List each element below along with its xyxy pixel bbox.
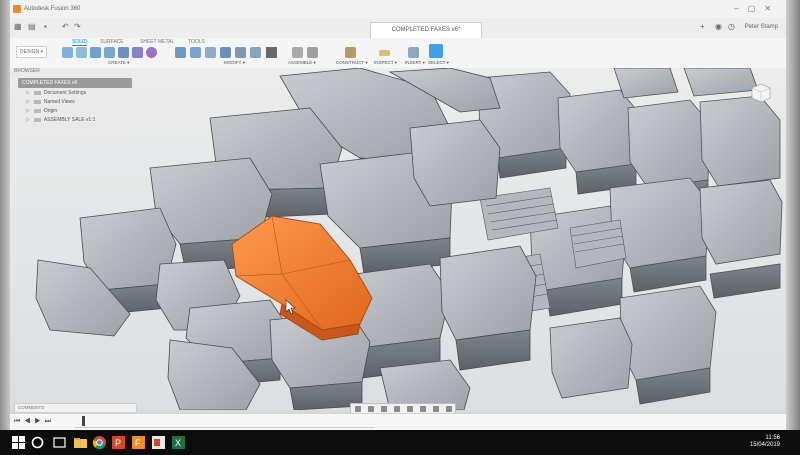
tab-tools[interactable]: TOOLS	[188, 39, 205, 45]
browser-item-named-views[interactable]: ▷ Named Views	[26, 99, 75, 105]
browser-root-label: COMPLETED FAXES v6	[22, 80, 78, 86]
fit-icon[interactable]	[406, 406, 413, 412]
expand-arrow-icon[interactable]: ▷	[26, 90, 30, 96]
document-tab-label: COMPLETED FAXES v6*	[391, 27, 461, 33]
expand-arrow-icon[interactable]: ▷	[26, 99, 30, 105]
pan-icon[interactable]	[380, 406, 387, 412]
revolve-icon[interactable]	[104, 47, 115, 58]
new-component-icon[interactable]	[62, 47, 73, 58]
monitor-bezel-left	[0, 0, 10, 430]
monitor-bezel-right	[786, 0, 800, 430]
sweep-icon[interactable]	[118, 47, 129, 58]
undo-icon[interactable]: ↶	[62, 22, 69, 31]
shell-icon[interactable]	[220, 47, 231, 58]
press-pull-icon[interactable]	[175, 47, 186, 58]
notifications-icon[interactable]: ◷	[728, 22, 735, 31]
measure-icon[interactable]	[379, 50, 390, 56]
save-icon[interactable]: ▪	[44, 22, 47, 31]
extrude-icon[interactable]	[90, 47, 101, 58]
browser-item-document-settings[interactable]: ▷ Document Settings	[26, 90, 86, 96]
construct-menu[interactable]: CONSTRUCT ▾	[336, 60, 368, 66]
redo-icon[interactable]: ↷	[74, 22, 81, 31]
select-menu[interactable]: SELECT ▾	[428, 60, 449, 66]
cortana-icon[interactable]	[30, 435, 45, 450]
windows-start-icon[interactable]	[11, 435, 26, 450]
form-icon[interactable]	[146, 47, 157, 58]
data-panel-icon[interactable]: ▦	[14, 22, 22, 31]
chamfer-icon[interactable]	[205, 47, 216, 58]
clock-date: 15/04/2019	[749, 442, 780, 448]
browser-item-assembly[interactable]: ▷ ASSEMBLY SALE v1:1	[26, 117, 95, 123]
create-sketch-icon[interactable]	[76, 47, 87, 58]
offset-plane-icon[interactable]	[345, 47, 356, 58]
insert-menu[interactable]: INSERT ▾	[405, 60, 425, 66]
move-icon[interactable]	[266, 47, 277, 58]
modify-menu[interactable]: MODIFY ▾	[224, 60, 245, 66]
svg-text:P: P	[115, 438, 121, 448]
tab-solid[interactable]: SOLID	[72, 39, 88, 46]
new-joint-icon[interactable]	[292, 47, 303, 58]
taskbar: P F X 11:56 15/04/2019	[0, 430, 800, 455]
file-explorer-icon[interactable]	[73, 435, 88, 450]
toolbar-ribbon: DESIGN ▾ SOLID SURFACE SHEET METAL TOOLS…	[10, 38, 786, 69]
assemble-menu[interactable]: ASSEMBLE ▾	[288, 60, 316, 66]
tab-document[interactable]: COMPLETED FAXES v6*	[370, 22, 482, 38]
fusion-app-icon	[13, 5, 21, 13]
task-view-icon[interactable]	[52, 435, 67, 450]
create-menu[interactable]: CREATE ▾	[108, 60, 129, 66]
settings-folder-icon	[33, 90, 41, 95]
screen: Autodesk Fusion 360 –▢✕ ▦ ▤ ▪ ↶ ↷ COMPLE…	[0, 0, 800, 455]
online-status-icon: ◉	[715, 22, 722, 31]
workspace-switcher[interactable]: DESIGN ▾	[16, 46, 48, 58]
combine-icon[interactable]	[235, 47, 246, 58]
folder-icon	[33, 108, 41, 113]
browser-panel: BROWSER COMPLETED FAXES v6 ▷ Document Set…	[10, 68, 132, 148]
svg-text:F: F	[135, 438, 141, 448]
display-settings-icon[interactable]	[419, 406, 426, 412]
system-clock[interactable]: 11:56 15/04/2019	[750, 435, 780, 449]
inspect-menu[interactable]: INSPECT ▾	[374, 60, 397, 66]
comments-label: COMMENTS	[18, 405, 45, 410]
svg-text:X: X	[175, 438, 181, 448]
orbit-icon[interactable]	[354, 406, 361, 412]
user-name[interactable]: Peter Stamp	[745, 24, 778, 30]
fillet-icon[interactable]	[190, 47, 201, 58]
browser-item-origin[interactable]: ▷ Origin	[26, 108, 57, 114]
powerpoint-icon[interactable]: P	[111, 435, 126, 450]
timeline-playback-controls[interactable]: ⏮◀▶⏭	[14, 418, 55, 426]
select-icon[interactable]	[429, 44, 443, 58]
folder-icon	[33, 99, 41, 104]
word-icon[interactable]	[151, 435, 166, 450]
viewcube-icon[interactable]	[748, 81, 774, 105]
loft-icon[interactable]	[132, 47, 143, 58]
zoom-icon[interactable]	[393, 406, 400, 412]
browser-header[interactable]: BROWSER	[10, 68, 130, 76]
window-controls[interactable]: –▢✕	[734, 4, 780, 13]
expand-arrow-icon[interactable]: ▷	[26, 108, 30, 114]
insert-image-icon[interactable]	[408, 47, 419, 58]
as-built-joint-icon[interactable]	[307, 47, 318, 58]
timeline-bar: ⏮◀▶⏭	[10, 413, 786, 431]
viewports-icon[interactable]	[445, 406, 452, 412]
excel-icon[interactable]: X	[171, 435, 186, 450]
document-tab-bar: ▦ ▤ ▪ ↶ ↷ COMPLETED FAXES v6* + ◉ ◷ Pete…	[10, 18, 786, 39]
timeline-marker[interactable]	[82, 416, 85, 426]
app-title: Autodesk Fusion 360	[24, 6, 81, 12]
component-icon	[33, 117, 41, 122]
comments-panel[interactable]: COMMENTS	[14, 403, 137, 413]
fusion-icon[interactable]: F	[131, 435, 146, 450]
tab-sheet-metal[interactable]: SHEET METAL	[140, 39, 174, 45]
add-tab-icon[interactable]: +	[700, 22, 705, 31]
browser-root-component[interactable]: COMPLETED FAXES v6	[18, 78, 132, 88]
grid-settings-icon[interactable]	[432, 406, 439, 412]
title-bar: Autodesk Fusion 360 –▢✕	[10, 0, 786, 19]
expand-arrow-icon[interactable]: ▷	[26, 117, 30, 123]
scale-icon[interactable]	[250, 47, 261, 58]
tab-surface[interactable]: SURFACE	[100, 39, 124, 45]
chrome-icon[interactable]	[92, 435, 107, 450]
look-at-icon[interactable]	[367, 406, 374, 412]
clock-time: 11:56	[765, 435, 780, 441]
file-menu-icon[interactable]: ▤	[28, 22, 36, 31]
timeline-track[interactable]	[75, 427, 375, 428]
